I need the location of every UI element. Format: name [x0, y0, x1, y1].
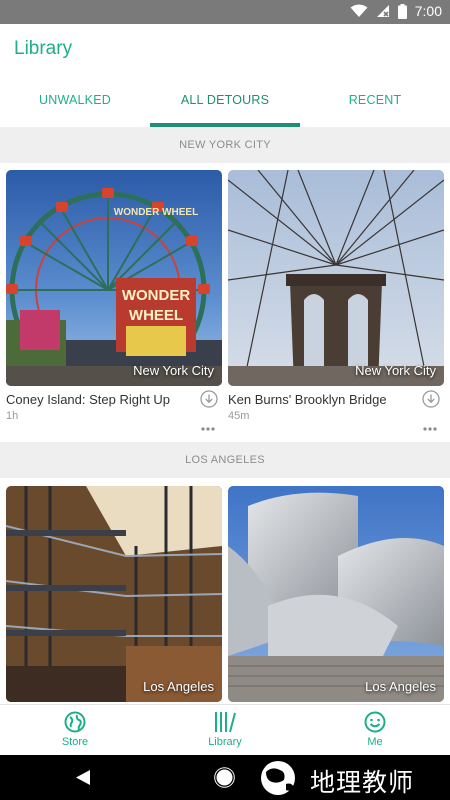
page-title: Library: [14, 38, 73, 59]
battery-icon: [397, 3, 407, 19]
tab-unwalked[interactable]: UNWALKED: [0, 84, 150, 127]
app-bar: Library UNWALKED ALL DETOURS RECENT: [0, 24, 450, 127]
coney-island-image[interactable]: WONDER WHEEL WONDER WHEEL New York City: [6, 170, 222, 386]
status-time: 7:00: [414, 3, 442, 19]
brooklyn-bridge-image[interactable]: New York City: [228, 170, 444, 386]
wifi-icon: [350, 4, 368, 18]
detour-duration: 1h: [6, 410, 19, 422]
more-options-icon[interactable]: [200, 420, 216, 431]
wonder-wheel-top-sign: WONDER WHEEL: [114, 207, 198, 218]
nav-label-library: Library: [208, 736, 242, 748]
download-icon[interactable]: [200, 390, 218, 408]
city-label: Los Angeles: [143, 679, 214, 694]
section-header-new-york-city: NEW YORK CITY: [0, 127, 450, 163]
library-icon: [213, 711, 237, 738]
wonder-sign-line: WONDER: [122, 287, 190, 304]
globe-icon: [64, 711, 86, 738]
detour-duration: 45m: [228, 410, 250, 422]
section-cards-new-york-city: WONDER WHEEL WONDER WHEEL New York City …: [0, 163, 450, 442]
watermark-logo-icon: [252, 760, 304, 800]
wheel-sign-line: WHEEL: [129, 307, 183, 324]
detour-card-coney-island[interactable]: WONDER WHEEL WONDER WHEEL New York City …: [6, 170, 222, 440]
no-signal-icon: [376, 4, 390, 18]
watermark: 地理教师: [252, 760, 414, 800]
bottom-navigation: Store Library Me: [0, 704, 450, 755]
home-icon[interactable]: [214, 767, 235, 793]
status-bar: 7:00: [0, 0, 450, 24]
more-options-icon[interactable]: [422, 420, 438, 431]
detour-title[interactable]: Coney Island: Step Right Up: [6, 392, 170, 407]
nav-item-me[interactable]: Me: [300, 705, 450, 755]
watermark-text: 地理教师: [310, 767, 415, 797]
back-icon[interactable]: [76, 770, 90, 790]
nav-item-store[interactable]: Store: [0, 705, 150, 755]
city-label: New York City: [355, 363, 436, 378]
section-header-los-angeles: LOS ANGELES: [0, 442, 450, 478]
city-label: New York City: [133, 363, 214, 378]
detour-title[interactable]: Ken Burns' Brooklyn Bridge: [228, 392, 387, 407]
disney-hall-image[interactable]: Los Angeles: [228, 486, 444, 702]
smiley-icon: [364, 711, 386, 738]
tab-bar: UNWALKED ALL DETOURS RECENT: [0, 84, 450, 127]
status-icons: 7:00: [350, 3, 442, 19]
detour-card-bradbury-building[interactable]: Los Angeles: [6, 486, 222, 704]
download-icon[interactable]: [422, 390, 440, 408]
nav-label-store: Store: [61, 736, 89, 748]
nav-item-library[interactable]: Library: [150, 705, 300, 755]
tab-all-detours[interactable]: ALL DETOURS: [150, 84, 300, 127]
tab-recent[interactable]: RECENT: [300, 84, 450, 127]
bradbury-building-image[interactable]: Los Angeles: [6, 486, 222, 702]
system-navigation-bar: 地理教师: [0, 755, 450, 800]
detour-card-brooklyn-bridge[interactable]: New York City Ken Burns' Brooklyn Bridge…: [228, 170, 444, 440]
section-cards-los-angeles: Los Angeles Los Angeles: [0, 478, 450, 704]
detour-card-disney-hall[interactable]: Los Angeles: [228, 486, 444, 704]
nav-label-me: Me: [367, 736, 383, 748]
city-label: Los Angeles: [365, 679, 436, 694]
